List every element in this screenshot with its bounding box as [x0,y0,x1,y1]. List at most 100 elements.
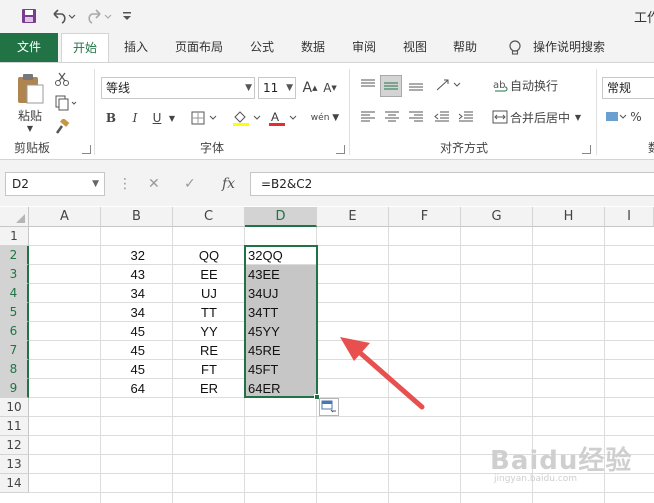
tab-formulas[interactable]: 公式 [242,33,282,62]
tab-help[interactable]: 帮助 [445,33,485,62]
cell-b9[interactable]: 64 [101,379,173,398]
column-header-f[interactable]: F [389,207,461,227]
row-header-14[interactable]: 14 [0,474,29,493]
tab-review[interactable]: 审阅 [344,33,384,62]
cancel-icon[interactable]: ✕ [148,176,160,192]
increase-indent-icon[interactable] [456,107,476,127]
column-header-g[interactable]: G [461,207,533,227]
decrease-indent-icon[interactable] [432,107,452,127]
wrap-text-icon[interactable]: ab [490,75,510,95]
select-all-button[interactable] [0,207,29,227]
tab-home[interactable]: 开始 [61,33,109,63]
cut-icon[interactable] [52,69,72,89]
row-header-4[interactable]: 4 [0,284,29,303]
tab-page-layout[interactable]: 页面布局 [166,33,232,62]
cell-c2[interactable]: QQ [173,246,245,265]
cell-b2[interactable]: 32 [101,246,173,265]
underline-button[interactable]: U [148,107,166,129]
cell-c3[interactable]: EE [173,265,245,284]
column-header-h[interactable]: H [533,207,605,227]
italic-button[interactable]: I [126,107,144,129]
tab-file[interactable]: 文件 [0,33,58,62]
number-format-select[interactable]: 常规 [602,77,654,99]
row-header-10[interactable]: 10 [0,398,29,417]
lightbulb-icon[interactable] [505,33,525,62]
alignment-launcher-icon[interactable] [582,145,591,154]
row-header-5[interactable]: 5 [0,303,29,322]
tab-insert[interactable]: 插入 [116,33,156,62]
insert-function-icon[interactable]: fx [222,176,235,192]
row-header-1[interactable]: 1 [0,227,29,246]
copy-icon[interactable] [52,93,80,113]
cell-b4[interactable]: 34 [101,284,173,303]
paste-icon[interactable] [12,71,48,107]
cell-b7[interactable]: 45 [101,341,173,360]
merge-dropdown-icon[interactable]: ▼ [572,107,584,127]
column-header-c[interactable]: C [173,207,245,227]
currency-icon[interactable] [604,107,628,127]
cell-b5[interactable]: 34 [101,303,173,322]
column-header-i[interactable]: I [605,207,654,227]
row-header-9[interactable]: 9 [0,379,29,398]
column-header-a[interactable]: A [29,207,101,227]
row-header-13[interactable]: 13 [0,455,29,474]
enter-icon[interactable]: ✓ [184,176,196,192]
underline-dropdown-icon[interactable]: ▼ [166,107,178,129]
align-right-icon[interactable] [406,107,426,127]
column-header-d[interactable]: D [245,207,317,227]
merge-center-icon[interactable] [490,107,510,127]
formula-input[interactable]: =B2&C2 [250,172,654,196]
save-icon[interactable] [18,6,40,26]
top-align-icon[interactable] [358,75,378,95]
cell-b6[interactable]: 45 [101,322,173,341]
column-header-e[interactable]: E [317,207,389,227]
tab-view[interactable]: 视图 [395,33,435,62]
fill-color-icon[interactable] [230,107,264,129]
clipboard-launcher-icon[interactable] [82,145,91,154]
percent-icon[interactable]: % [628,107,644,127]
row-header-2[interactable]: 2 [0,246,29,265]
cell-c7[interactable]: RE [173,341,245,360]
row-header-11[interactable]: 11 [0,417,29,436]
bottom-align-icon[interactable] [406,75,426,95]
row-header-8[interactable]: 8 [0,360,29,379]
cell-c4[interactable]: UJ [173,284,245,303]
tab-data[interactable]: 数据 [293,33,333,62]
cell-c8[interactable]: FT [173,360,245,379]
cell-b3[interactable]: 43 [101,265,173,284]
align-center-icon[interactable] [382,107,402,127]
borders-icon[interactable] [190,107,220,129]
font-launcher-icon[interactable] [336,145,345,154]
format-painter-icon[interactable] [52,117,72,137]
orientation-icon[interactable] [432,75,466,95]
font-color-icon[interactable]: A [266,107,300,129]
customize-icon[interactable] [120,6,134,26]
row-header-7[interactable]: 7 [0,341,29,360]
decrease-font-icon[interactable]: A ▼ [322,77,338,99]
font-name-select[interactable]: 等线 ▼ [101,77,255,99]
gridline [460,227,461,503]
bold-button[interactable]: B [102,107,120,129]
align-left-icon[interactable] [358,107,378,127]
wrap-text-button[interactable]: 自动换行 [510,75,560,95]
cell-b8[interactable]: 45 [101,360,173,379]
row-header-12[interactable]: 12 [0,436,29,455]
merge-center-button[interactable]: 合并后居中 [510,107,572,127]
redo-icon[interactable] [84,6,114,26]
column-header-b[interactable]: B [101,207,173,227]
paste-dropdown-icon[interactable]: ▼ [22,123,38,133]
phonetic-guide-button[interactable]: wén ▼ [308,107,342,129]
row-header-6[interactable]: 6 [0,322,29,341]
paste-button-label[interactable]: 粘贴 [14,107,46,123]
cell-c6[interactable]: YY [173,322,245,341]
cell-c9[interactable]: ER [173,379,245,398]
font-size-select[interactable]: 11 ▼ [258,77,296,99]
increase-font-icon[interactable]: A ▲ [302,77,318,99]
name-box[interactable]: D2 ▼ [5,172,105,196]
undo-icon[interactable] [48,6,78,26]
row-header-3[interactable]: 3 [0,265,29,284]
tell-me-search[interactable]: 操作说明搜索 [528,33,610,62]
middle-align-icon[interactable] [380,75,402,97]
more-options-icon[interactable]: ⋮ [118,176,132,192]
cell-c5[interactable]: TT [173,303,245,322]
